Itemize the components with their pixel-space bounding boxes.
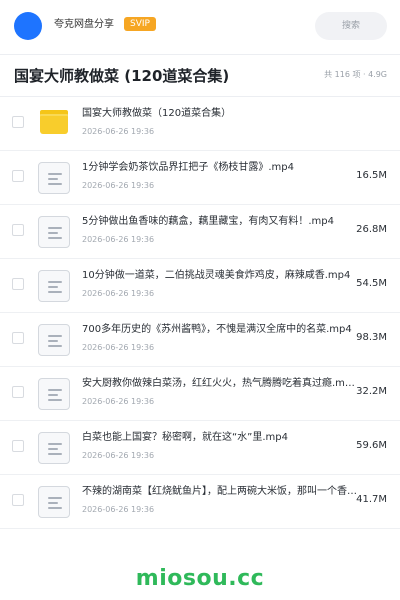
file-size: 16.5M xyxy=(356,170,387,181)
video-file-icon xyxy=(38,324,70,356)
row-checkbox[interactable] xyxy=(12,386,24,398)
file-name[interactable]: 国宴大师教做菜（120道菜合集） xyxy=(82,107,357,121)
file-name[interactable]: 白菜也能上国宴？秘密啊，就在这“水”里.mp4 xyxy=(82,431,357,445)
file-date: 2026-06-26 19:36 xyxy=(82,505,155,514)
row-checkbox[interactable] xyxy=(12,278,24,290)
video-file-icon xyxy=(38,162,70,194)
file-size: 26.8M xyxy=(356,224,387,235)
row-checkbox[interactable] xyxy=(12,170,24,182)
folder-icon xyxy=(38,108,70,140)
file-row[interactable]: 不辣的湖南菜【红烧鱿鱼片】，配上两碗大米饭，那叫一个香.mp4 2026-06-2… xyxy=(0,475,400,529)
file-name[interactable]: 不辣的湖南菜【红烧鱿鱼片】，配上两碗大米饭，那叫一个香.mp4 xyxy=(82,485,357,499)
watermark: miosou.cc xyxy=(135,566,265,591)
item-count-and-size: 共 116 项 · 4.9G xyxy=(324,70,387,79)
file-name[interactable]: 5分钟做出鱼香味的藕盒，藕里藏宝，有肉又有料！.mp4 xyxy=(82,215,357,229)
file-date: 2026-06-26 19:36 xyxy=(82,289,155,298)
brand-label: 夸克网盘分享 xyxy=(54,19,114,30)
top-bar: 夸克网盘分享 SVIP 搜索 xyxy=(0,0,400,52)
file-date: 2026-06-26 19:36 xyxy=(82,343,155,352)
folder-row[interactable]: 国宴大师教做菜（120道菜合集） 2026-06-26 19:36 xyxy=(0,97,400,151)
file-name[interactable]: 安大厨教你做辣白菜汤，红红火火，热气腾腾吃着真过瘾.mp4 xyxy=(82,377,357,391)
row-checkbox[interactable] xyxy=(12,116,24,128)
file-size: 59.6M xyxy=(356,440,387,451)
file-size: 32.2M xyxy=(356,386,387,397)
file-date: 2026-06-26 19:36 xyxy=(82,397,155,406)
svip-badge: SVIP xyxy=(124,17,156,31)
file-name[interactable]: 1分钟学会奶茶饮品界扛把子《杨枝甘露》.mp4 xyxy=(82,161,357,175)
page-title: 国宴大师教做菜 (120道菜合集) xyxy=(14,67,230,85)
file-date: 2026-06-26 19:36 xyxy=(82,127,155,136)
file-row[interactable]: 1分钟学会奶茶饮品界扛把子《杨枝甘露》.mp4 2026-06-26 19:36 1… xyxy=(0,151,400,205)
file-date: 2026-06-26 19:36 xyxy=(82,235,155,244)
row-checkbox[interactable] xyxy=(12,224,24,236)
divider xyxy=(0,54,400,55)
file-name[interactable]: 10分钟做一道菜，二伯挑战灵魂美食炸鸡皮，麻辣咸香.mp4 xyxy=(82,269,357,283)
row-checkbox[interactable] xyxy=(12,494,24,506)
page-header: 国宴大师教做菜 (120道菜合集) 共 116 项 · 4.9G xyxy=(0,56,400,96)
row-divider xyxy=(0,528,400,529)
file-size: 98.3M xyxy=(356,332,387,343)
video-file-icon xyxy=(38,270,70,302)
video-file-icon xyxy=(38,432,70,464)
file-row[interactable]: 10分钟做一道菜，二伯挑战灵魂美食炸鸡皮，麻辣咸香.mp4 2026-06-26 … xyxy=(0,259,400,313)
file-date: 2026-06-26 19:36 xyxy=(82,451,155,460)
file-row[interactable]: 白菜也能上国宴？秘密啊，就在这“水”里.mp4 2026-06-26 19:36 5… xyxy=(0,421,400,475)
search-button[interactable]: 搜索 xyxy=(315,12,387,40)
file-date: 2026-06-26 19:36 xyxy=(82,181,155,190)
file-row[interactable]: 5分钟做出鱼香味的藕盒，藕里藏宝，有肉又有料！.mp4 2026-06-26 19… xyxy=(0,205,400,259)
video-file-icon xyxy=(38,216,70,248)
file-size: 54.5M xyxy=(356,278,387,289)
row-checkbox[interactable] xyxy=(12,332,24,344)
file-name[interactable]: 700多年历史的《苏州酱鸭》，不愧是满汉全席中的名菜.mp4 xyxy=(82,323,357,337)
file-row[interactable]: 700多年历史的《苏州酱鸭》，不愧是满汉全席中的名菜.mp4 2026-06-26… xyxy=(0,313,400,367)
video-file-icon xyxy=(38,486,70,518)
file-size: 41.7M xyxy=(356,494,387,505)
user-avatar[interactable] xyxy=(14,12,42,40)
row-checkbox[interactable] xyxy=(12,440,24,452)
video-file-icon xyxy=(38,378,70,410)
file-row[interactable]: 安大厨教你做辣白菜汤，红红火火，热气腾腾吃着真过瘾.mp4 2026-06-26 … xyxy=(0,367,400,421)
